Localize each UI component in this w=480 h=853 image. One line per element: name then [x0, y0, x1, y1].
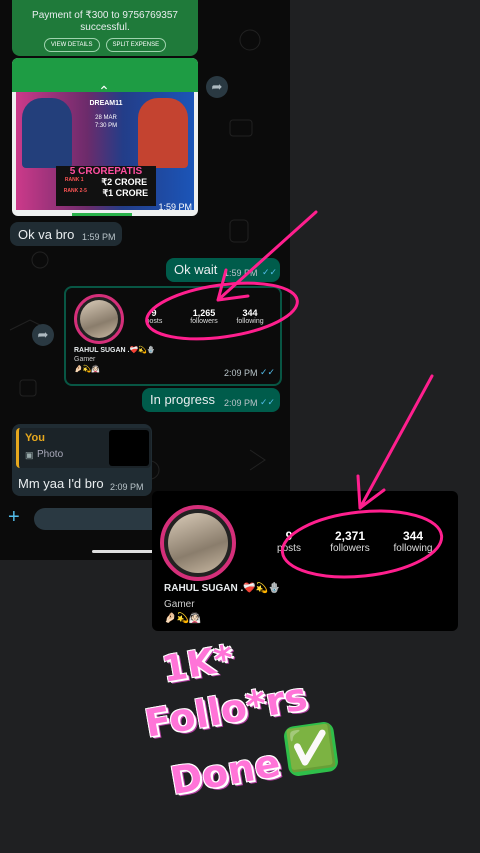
player-right — [138, 98, 188, 168]
message-outgoing[interactable]: Ok wait 1:59 PM ✓✓ — [166, 258, 280, 282]
prize-banner: 5 CROREPATIS RANK 1 ₹2 CRORE RANK 2-5 ₹1 C… — [56, 166, 156, 206]
image-timestamp: 1:59 PM — [158, 202, 192, 212]
following-stat: 344 following — [236, 308, 264, 325]
message-text: In progress — [150, 392, 216, 407]
payment-success-card: Payment of ₹300 to 9756769357 successful… — [12, 0, 198, 56]
forward-icon[interactable]: ➦ — [32, 324, 54, 346]
profile-bio: Gamer — [164, 599, 195, 610]
following-stat: 344 following — [393, 529, 433, 554]
quote-author: You — [25, 432, 45, 444]
payment-text: Payment of ₹300 to 9756769357 successful… — [32, 10, 178, 33]
rank2-amount: ₹1 CRORE — [102, 188, 149, 198]
posts-stat: 9 posts — [145, 308, 163, 325]
avatar — [160, 505, 236, 581]
view-details-button[interactable]: VIEW DETAILS — [43, 38, 100, 52]
message-text: Ok va bro — [18, 227, 75, 242]
arrow-large — [356, 374, 434, 510]
dream11-logo: DREAM11 — [89, 100, 123, 107]
image-message[interactable]: ⌃ DREAM11 28 MAR 7:30 PM 5 CROREPATIS RA… — [12, 58, 198, 216]
sticker-1k: 1K* — [158, 638, 237, 691]
read-ticks-icon: ✓✓ — [262, 267, 278, 277]
plus-icon[interactable]: + — [8, 506, 20, 529]
followers-stat: 1,265 followers — [190, 308, 218, 325]
progress-bar — [72, 213, 132, 216]
match-date: 28 MAR — [95, 115, 117, 121]
profile-emoji: 🤌🏻💫👰🏻 — [164, 613, 202, 624]
read-ticks-icon: ✓✓ — [260, 397, 276, 407]
profile-emoji: 🤌🏻💫👰🏻 — [74, 366, 101, 373]
message-time: 1:59 PM — [82, 232, 116, 242]
rank1-amount: ₹2 CRORE — [101, 177, 148, 187]
rank1-label: RANK 1 — [64, 177, 84, 183]
dream11-promo-image[interactable]: DREAM11 28 MAR 7:30 PM 5 CROREPATIS RANK… — [16, 92, 194, 210]
chat-screenshot: Payment of ₹300 to 9756769357 successful… — [0, 0, 290, 560]
player-left — [22, 98, 72, 168]
message-time: 2:09 PM — [224, 368, 258, 378]
message-incoming[interactable]: Ok va bro 1:59 PM — [10, 222, 122, 246]
crorepatis-headline: 5 CROREPATIS — [69, 166, 143, 177]
profile-screenshot-large[interactable]: 9 posts 2,371 followers 344 following RAHUL… — [152, 491, 458, 631]
posts-stat: 9 posts — [277, 529, 301, 554]
avatar — [74, 294, 124, 344]
profile-name: RAHUL SUGAN .❤️‍🩹💫🪬 — [164, 583, 281, 594]
sticker-done: Done — [167, 740, 284, 804]
message-time: 2:09 PM — [224, 398, 258, 408]
read-ticks-icon: ✓✓ — [260, 367, 276, 377]
quoted-message[interactable]: You ▣ Photo — [16, 428, 151, 468]
profile-screenshot-small[interactable]: 9 posts 1,265 followers 344 following RAHUL… — [64, 286, 282, 386]
check-mark-icon: ✅ — [282, 720, 340, 778]
message-time: 1:59 PM — [224, 268, 258, 278]
match-time: 7:30 PM — [94, 123, 118, 129]
reply-message[interactable]: You ▣ Photo Mm yaa I'd bro 2:09 PM — [12, 424, 152, 496]
message-text: Ok wait — [174, 262, 218, 277]
quote-thumbnail — [109, 430, 149, 466]
message-text: Mm yaa I'd bro — [18, 476, 104, 491]
rank2-label: RANK 2-5 — [63, 188, 87, 194]
profile-bio: Gamer — [74, 356, 96, 363]
camera-icon: ▣ — [25, 450, 34, 460]
message-time: 2:09 PM — [110, 482, 144, 492]
followers-stat: 2,371 followers — [330, 529, 370, 554]
quote-type: Photo — [37, 449, 64, 460]
profile-name: RAHUL SUGAN .❤️‍🩹💫🪬 — [74, 347, 156, 354]
message-outgoing[interactable]: In progress 2:09 PM ✓✓ — [142, 388, 280, 412]
split-expense-button[interactable]: SPLIT EXPENSE — [105, 38, 167, 52]
forward-icon[interactable]: ➦ — [206, 76, 228, 98]
